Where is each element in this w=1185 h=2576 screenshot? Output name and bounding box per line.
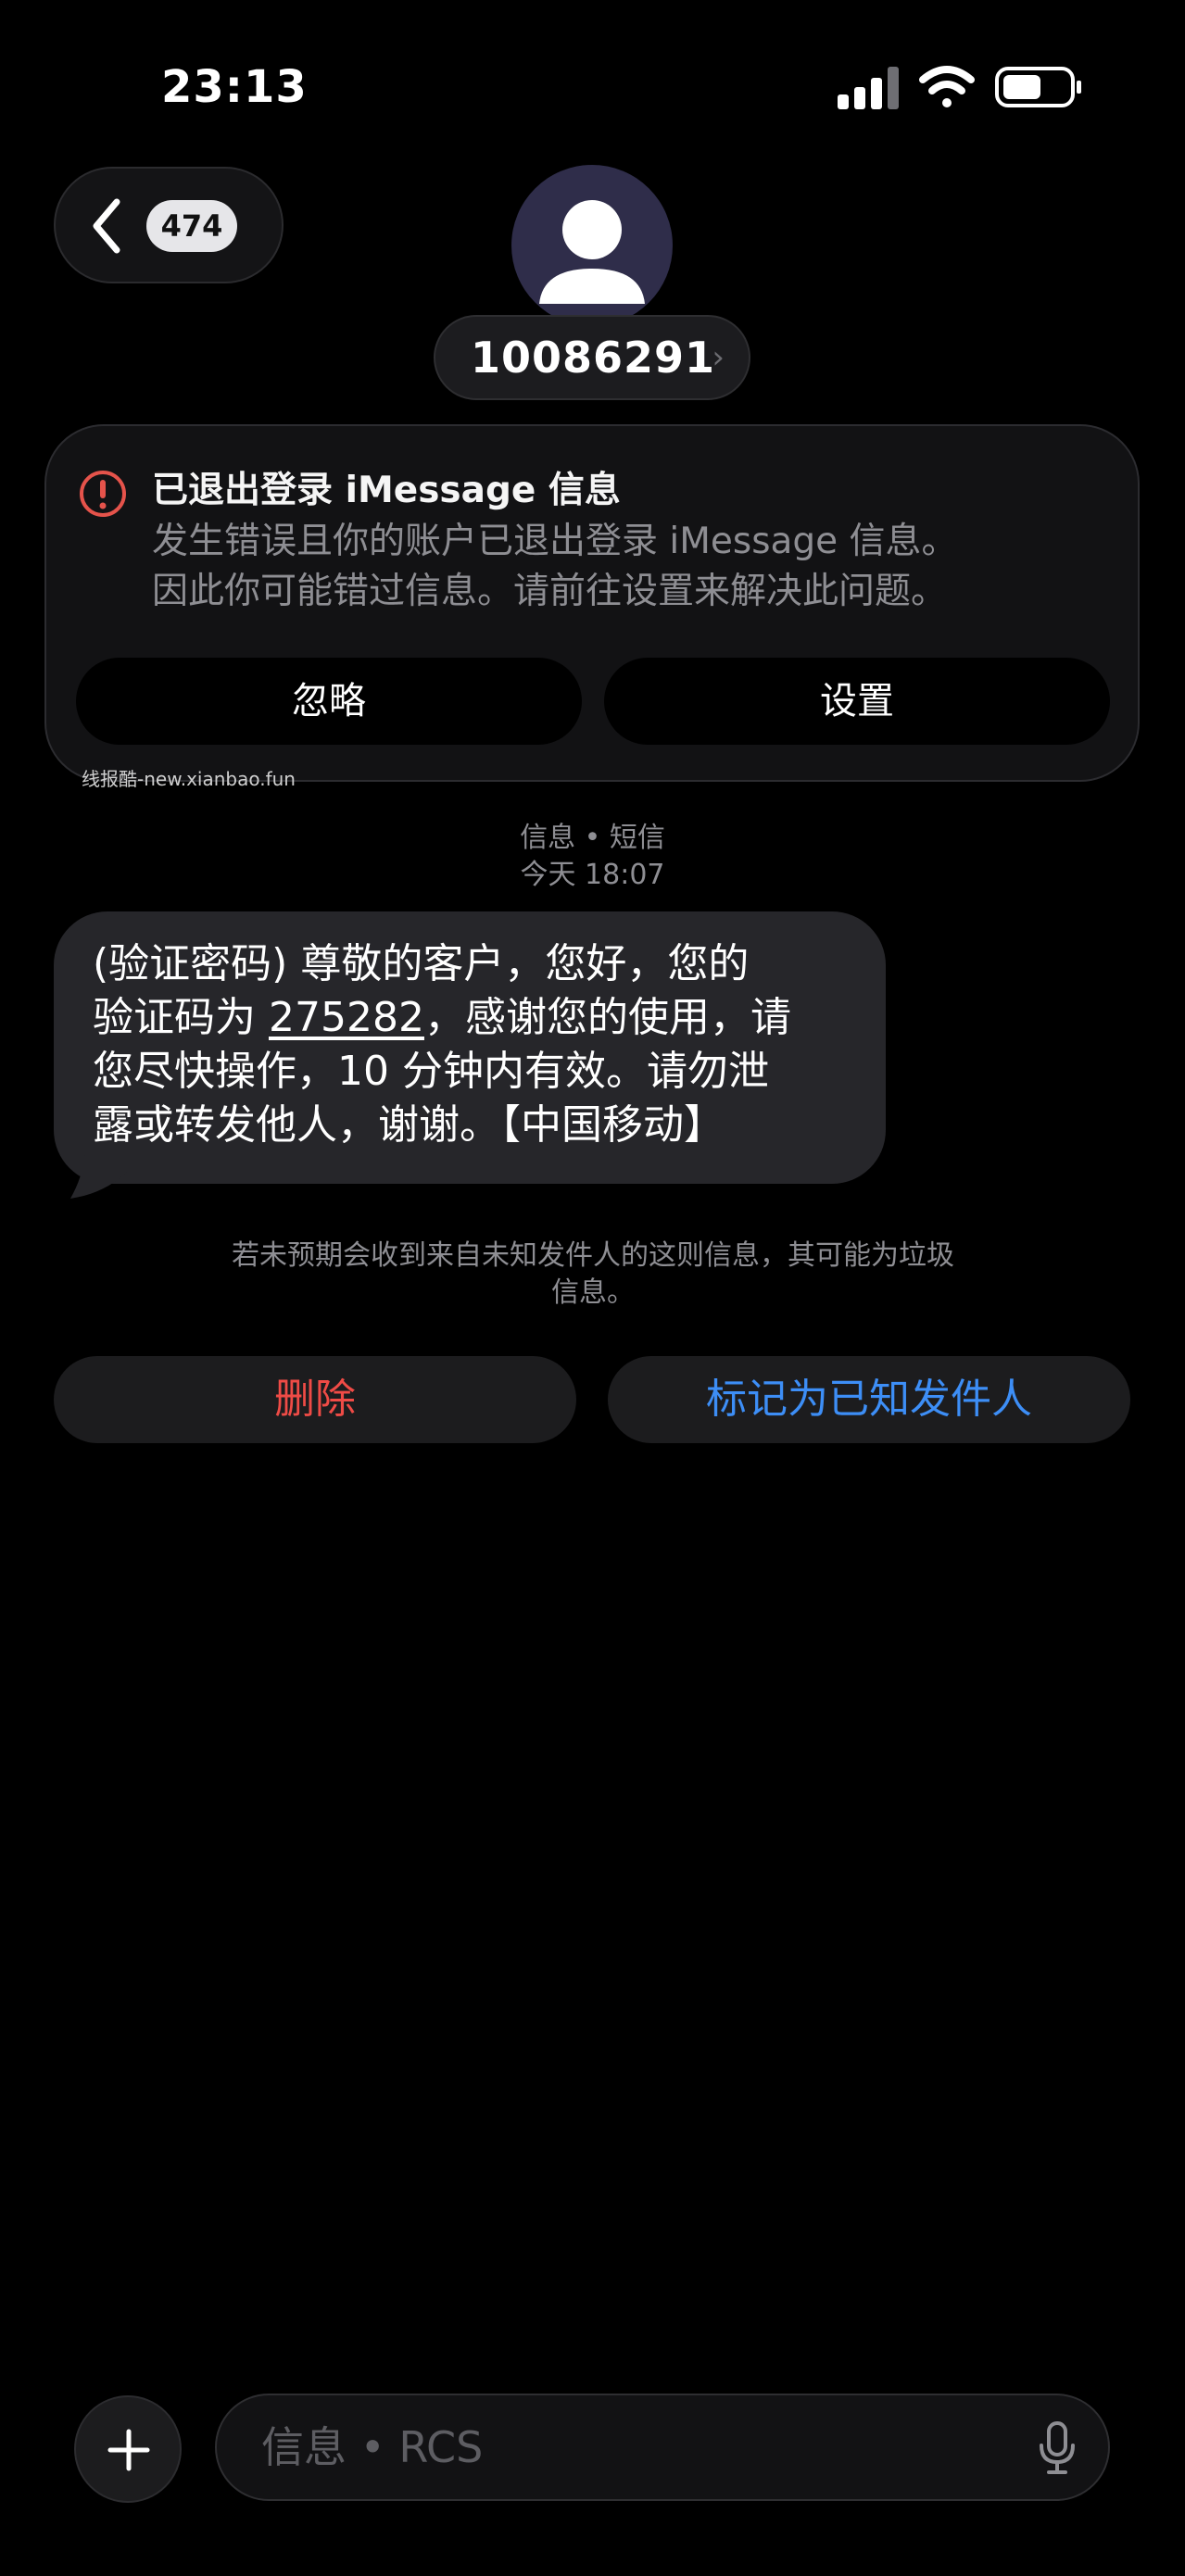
message-line: 验证码为 275282，感谢您的使用，请 (93, 991, 862, 1045)
error-body-line: 因此你可能错过信息。请前往设置来解决此问题。 (152, 571, 948, 612)
exclamation-circle-icon (78, 469, 128, 519)
message-fragment: 验证码为 (93, 994, 269, 1041)
error-body-line: 发生错误且你的账户已退出登录 iMessage 信息。 (152, 521, 958, 562)
battery-icon (995, 67, 1081, 107)
settings-button[interactable]: 设置 (604, 658, 1110, 745)
imessage-error-card: 已退出登录 iMessage 信息 发生错误且你的账户已退出登录 iMessag… (44, 424, 1140, 782)
ignore-button[interactable]: 忽略 (76, 658, 582, 745)
message-timestamp: 今天 18:07 (520, 859, 665, 891)
watermark-text: 线报酷-new.xianbao.fun (82, 768, 296, 790)
unknown-sender-notice: 若未预期会收到来自未知发件人的这则信息，其可能为垃圾 信息。 (185, 1238, 1001, 1312)
message-line: (验证密码) 尊敬的客户，您好，您的 (93, 940, 750, 987)
error-title: 已退出登录 iMessage 信息 (152, 470, 621, 511)
status-icons (834, 63, 1084, 111)
message-line: 露或转发他人，谢谢。【中国移动】 (93, 1101, 725, 1149)
message-input[interactable]: 信息 • RCS (215, 2394, 1110, 2501)
chevron-left-icon (89, 196, 126, 256)
status-time: 23:13 (161, 61, 308, 113)
notice-line: 若未预期会收到来自未知发件人的这则信息，其可能为垃圾 (232, 1239, 954, 1272)
delete-button[interactable]: 删除 (54, 1356, 576, 1443)
message-input-placeholder: 信息 • RCS (261, 2422, 484, 2472)
notice-line: 信息。 (551, 1276, 635, 1309)
contact-avatar[interactable] (511, 165, 673, 326)
verification-code-link[interactable]: 275282 (269, 994, 424, 1041)
wifi-icon (919, 66, 975, 107)
person-silhouette-icon (539, 200, 645, 304)
mark-known-sender-button[interactable]: 标记为已知发件人 (608, 1356, 1130, 1443)
contact-number: 10086291 (471, 333, 716, 383)
message-fragment: ，感谢您的使用，请 (423, 994, 791, 1041)
unread-count-badge: 474 (146, 200, 237, 252)
chevron-right-icon: › (712, 339, 725, 376)
add-attachment-button[interactable] (74, 2395, 182, 2503)
contact-name-button[interactable]: 10086291 › (434, 315, 750, 400)
error-body: 发生错误且你的账户已退出登录 iMessage 信息。 因此你可能错过信息。请前… (152, 517, 1106, 617)
message-text: (验证密码) 尊敬的客户，您好，您的 验证码为 275282，感谢您的使用，请 … (93, 937, 862, 1152)
microphone-icon[interactable] (1038, 2421, 1077, 2475)
message-line: 您尽快操作，10 分钟内有效。请勿泄 (93, 1048, 769, 1095)
message-service-label: 信息 • 短信 (520, 822, 665, 854)
plus-icon (107, 2429, 150, 2471)
cellular-signal-icon (838, 67, 899, 109)
back-button[interactable]: 474 (54, 167, 284, 283)
